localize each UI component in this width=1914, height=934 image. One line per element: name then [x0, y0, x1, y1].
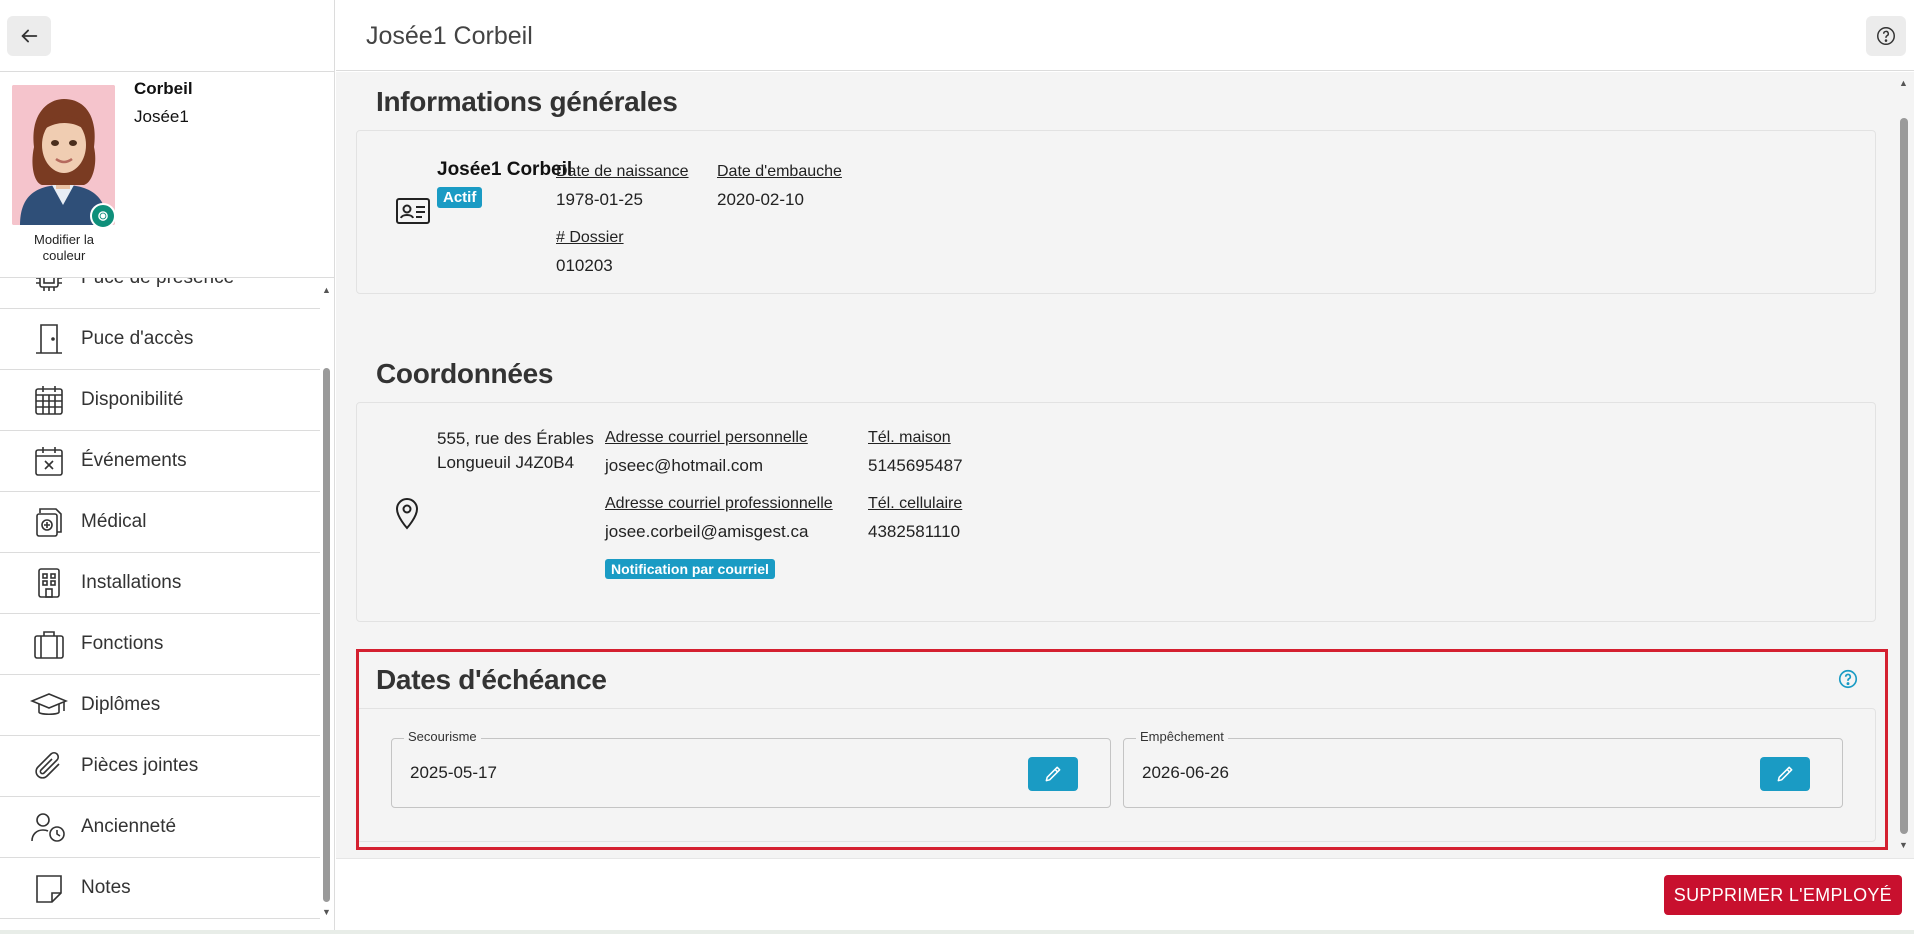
- sidebar-item-label: Installations: [81, 572, 182, 593]
- email-notification-badge: Notification par courriel: [605, 559, 775, 579]
- sidebar-scroll-thumb[interactable]: [323, 368, 330, 902]
- personal-email-value: joseec@hotmail.com: [605, 456, 764, 475]
- file-number-value: 010203: [556, 256, 613, 275]
- sidebar-item-label: Pièces jointes: [81, 755, 199, 776]
- pro-email-label: Adresse courriel professionnelle: [605, 495, 833, 512]
- section-nav: Puce de présence Puce d'accès Disponibil…: [0, 278, 320, 926]
- pencil-icon: [1777, 766, 1793, 782]
- home-phone-label: Tél. maison: [868, 429, 951, 446]
- medical-file-icon: [29, 502, 69, 542]
- contact-card: 555, rue des Érables Longueuil J4Z0B4 Ad…: [356, 402, 1876, 622]
- employee-details: Informations générales Josée1 Corbeil Ac…: [336, 72, 1896, 858]
- impediment-value: 2026-06-26: [1142, 763, 1229, 782]
- section-title-due-dates: Dates d'échéance: [376, 664, 607, 695]
- personal-email-label: Adresse courriel personnelle: [605, 429, 808, 446]
- edit-first-aid-button[interactable]: [1028, 757, 1078, 791]
- divider: [0, 71, 335, 72]
- back-button[interactable]: [7, 16, 51, 56]
- address-line-2: Longueuil J4Z0B4: [437, 453, 575, 472]
- scroll-up-arrow-icon[interactable]: ▲: [1899, 78, 1908, 88]
- section-title-general: Informations générales: [376, 86, 678, 117]
- sidebar-item-fonctions[interactable]: Fonctions: [0, 614, 320, 675]
- home-phone-value: 5145695487: [868, 456, 963, 475]
- scroll-up-arrow-icon[interactable]: ▲: [322, 285, 331, 295]
- sidebar-item-puce-presence[interactable]: Puce de présence: [0, 278, 320, 309]
- pencil-icon: [1045, 766, 1061, 782]
- sidebar-item-diplomes[interactable]: Diplômes: [0, 675, 320, 736]
- sidebar-item-medical[interactable]: Médical: [0, 492, 320, 553]
- sidebar-item-label: Puce d'accès: [81, 328, 194, 349]
- birth-date-value: 1978-01-25: [556, 190, 643, 209]
- change-color-link[interactable]: Modifier la couleur: [20, 232, 108, 264]
- impediment-field: Empêchement 2026-06-26: [1123, 729, 1843, 808]
- address-line-1: 555, rue des Érables: [437, 429, 594, 448]
- briefcase-icon: [29, 624, 69, 664]
- status-badge: Actif: [437, 187, 483, 208]
- sidebar-item-installations[interactable]: Installations: [0, 553, 320, 614]
- employee-full-name: Josée1 Corbeil: [437, 159, 573, 180]
- calendar-grid-icon: [29, 380, 69, 420]
- arrow-left-icon: [21, 29, 38, 43]
- sidebar-item-notes[interactable]: Notes: [0, 858, 320, 919]
- sidebar-item-label: Événements: [81, 450, 187, 471]
- note-icon: [29, 868, 69, 908]
- hire-date-value: 2020-02-10: [717, 190, 804, 209]
- page-title: Josée1 Corbeil: [366, 22, 533, 50]
- first-aid-field: Secourisme 2025-05-17: [391, 729, 1111, 808]
- help-button[interactable]: [1866, 16, 1906, 56]
- sidebar-item-pieces-jointes[interactable]: Pièces jointes: [0, 736, 320, 797]
- chip-icon: [29, 278, 69, 298]
- id-card-icon: [393, 191, 433, 231]
- file-number-label: # Dossier: [556, 229, 624, 246]
- birth-date-label: Date de naissance: [556, 163, 689, 180]
- sidebar-item-anciennete[interactable]: Ancienneté: [0, 797, 320, 858]
- graduation-cap-icon: [29, 685, 69, 725]
- employee-first-name: Josée1: [134, 107, 189, 126]
- door-icon: [29, 319, 69, 359]
- main-scroll-thumb[interactable]: [1900, 118, 1908, 834]
- user-clock-icon: [29, 807, 69, 847]
- sidebar-item-puce-acces[interactable]: Puce d'accès: [0, 309, 320, 370]
- edit-impediment-button[interactable]: [1760, 757, 1810, 791]
- sidebar-item-label: Ancienneté: [81, 816, 177, 837]
- window-bottom-edge: [0, 930, 1914, 934]
- page-header: Josée1 Corbeil: [336, 0, 1914, 71]
- delete-employee-button[interactable]: SUPPRIMER L'EMPLOYÉ: [1663, 875, 1902, 915]
- help-circle-icon: [1877, 27, 1895, 45]
- impediment-label: Empêchement: [1136, 729, 1228, 744]
- sidebar-item-evenements[interactable]: Événements: [0, 431, 320, 492]
- employee-sidebar: Modifier la couleur Corbeil Josée1 Puce …: [0, 0, 335, 934]
- sidebar-item-label: Disponibilité: [81, 389, 184, 410]
- building-icon: [29, 563, 69, 603]
- calendar-x-icon: [29, 441, 69, 481]
- cell-phone-value: 4382581110: [868, 522, 961, 541]
- sidebar-item-disponibilite[interactable]: Disponibilité: [0, 370, 320, 431]
- map-pin-icon: [387, 493, 427, 533]
- camera-icon[interactable]: [90, 203, 116, 229]
- sidebar-item-label: Puce de présence: [81, 278, 234, 289]
- scroll-down-arrow-icon[interactable]: ▼: [322, 907, 331, 917]
- cell-phone-label: Tél. cellulaire: [868, 495, 963, 512]
- first-aid-label: Secourisme: [404, 729, 481, 744]
- sidebar-item-label: Fonctions: [81, 633, 164, 654]
- sidebar-item-label: Médical: [81, 511, 147, 532]
- general-info-card: Josée1 Corbeil Actif Date de naissance 1…: [356, 130, 1876, 294]
- pro-email-value: josee.corbeil@amisgest.ca: [605, 522, 809, 541]
- due-dates-card: Secourisme 2025-05-17 Empêchement 2026-0…: [356, 708, 1876, 842]
- hire-date-label: Date d'embauche: [717, 163, 842, 180]
- sidebar-item-label: Notes: [81, 877, 131, 898]
- scroll-down-arrow-icon[interactable]: ▼: [1899, 840, 1908, 850]
- due-dates-help-icon[interactable]: [1836, 667, 1860, 691]
- first-aid-value: 2025-05-17: [410, 763, 497, 782]
- section-title-contact: Coordonnées: [376, 358, 554, 389]
- paperclip-icon: [29, 746, 69, 786]
- sidebar-item-label: Diplômes: [81, 694, 161, 715]
- page-footer: SUPPRIMER L'EMPLOYÉ: [336, 858, 1914, 934]
- employee-last-name: Corbeil: [134, 79, 193, 98]
